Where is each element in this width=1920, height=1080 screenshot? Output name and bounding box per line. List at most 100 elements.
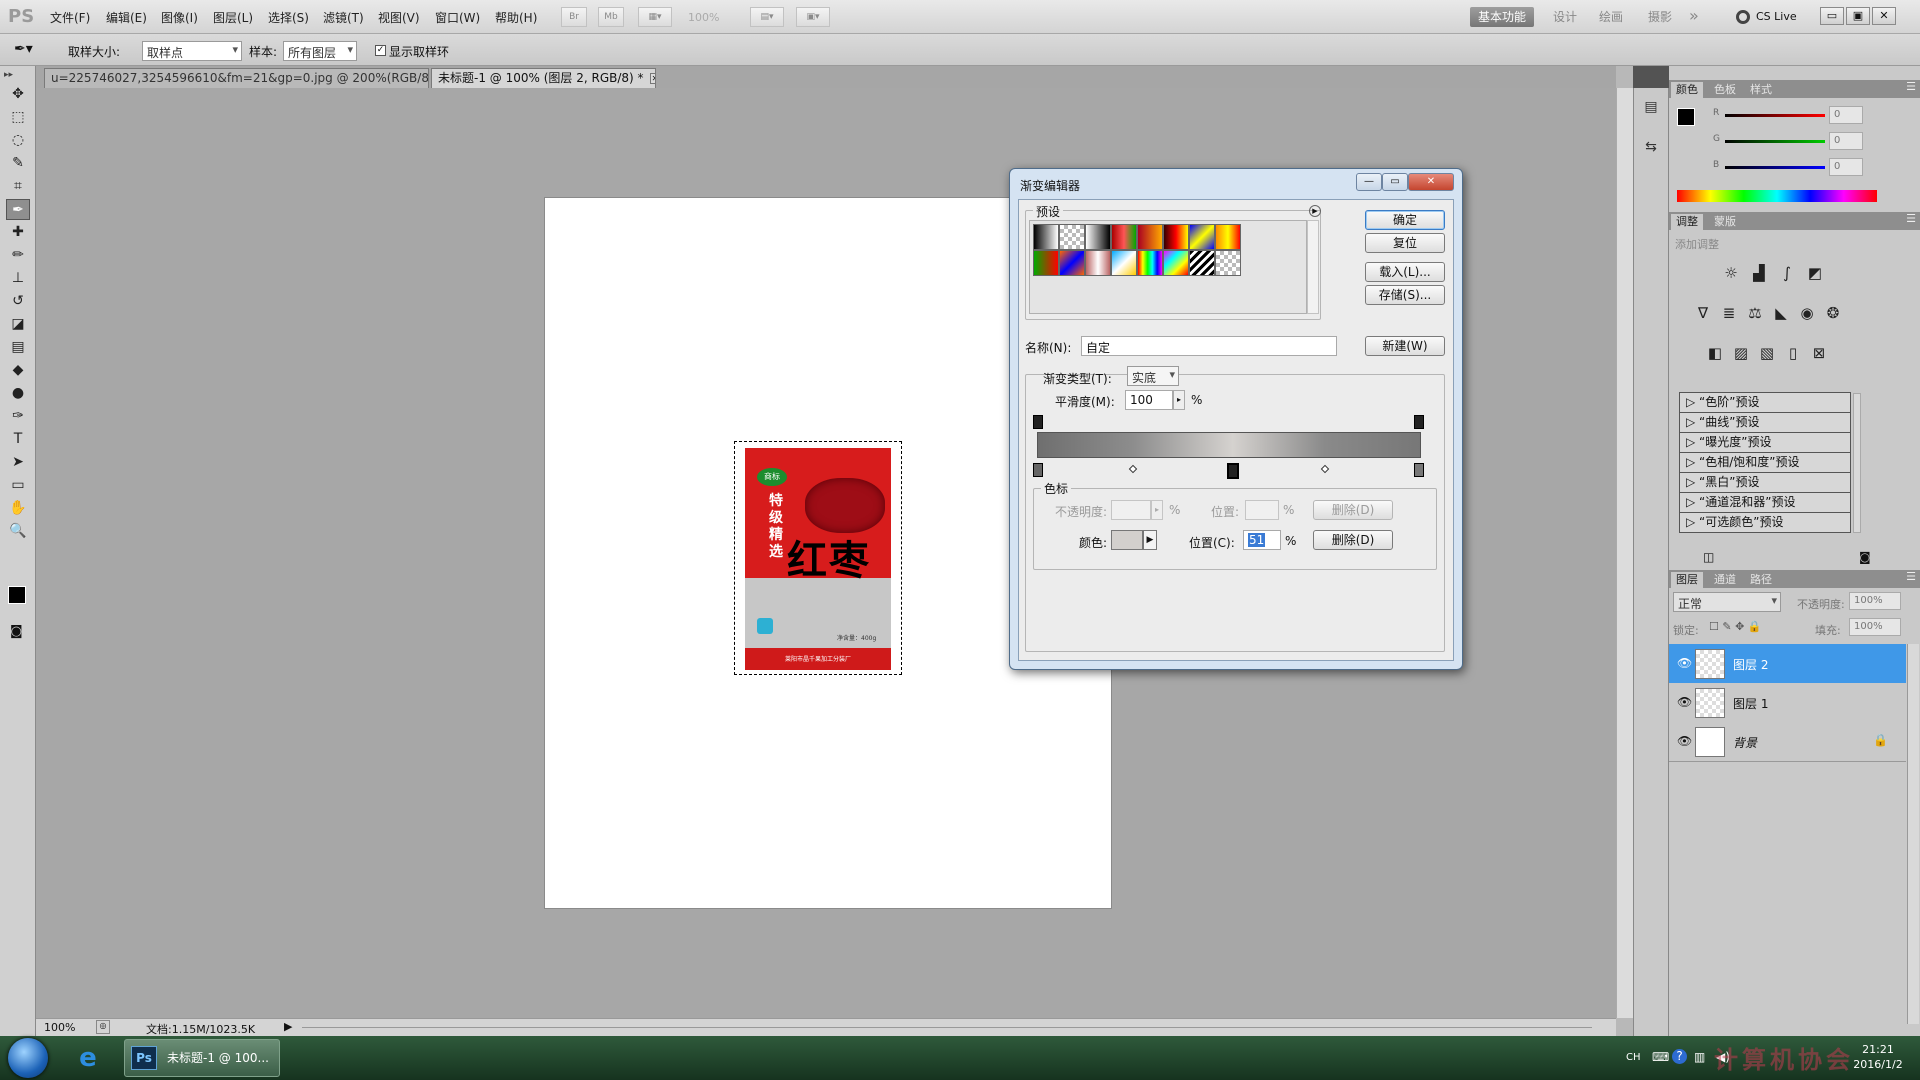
- r-value[interactable]: 0: [1829, 106, 1863, 124]
- gradient-preset-swatch[interactable]: [1033, 250, 1059, 276]
- layers-scrollbar[interactable]: [1907, 644, 1919, 1024]
- dialog-minimize-button[interactable]: —: [1356, 173, 1382, 191]
- photo-filter-icon[interactable]: ◉: [1795, 302, 1819, 324]
- panel-menu-icon[interactable]: ☰: [1906, 570, 1916, 583]
- expand-icon[interactable]: ▷: [1686, 415, 1699, 429]
- workspace-essentials[interactable]: 基本功能: [1470, 7, 1535, 27]
- new-button[interactable]: 新建(W): [1365, 336, 1445, 356]
- gradient-preset-swatch[interactable]: [1163, 250, 1189, 276]
- visibility-eye-icon[interactable]: 👁: [1677, 656, 1692, 670]
- adjust-preset-item[interactable]: ▷ “色阶”预设: [1679, 393, 1851, 413]
- pen-icon[interactable]: ✑: [6, 406, 30, 427]
- vertical-scrollbar[interactable]: [1616, 88, 1633, 1018]
- smoothness-arrow-icon[interactable]: ▸: [1173, 390, 1185, 410]
- opacity-stop-left[interactable]: [1033, 415, 1043, 429]
- sample-size-select[interactable]: 取样点: [142, 41, 242, 61]
- color-stop-selected[interactable]: [1227, 463, 1239, 479]
- workspace-design[interactable]: 设计: [1545, 7, 1585, 27]
- adjust-preset-item[interactable]: ▷ “黑白”预设: [1679, 473, 1851, 493]
- color-ramp[interactable]: [1677, 190, 1877, 202]
- gradient-preset-swatch[interactable]: [1059, 224, 1085, 250]
- stop-color-swatch[interactable]: [1111, 530, 1143, 550]
- type-icon[interactable]: T: [6, 429, 30, 450]
- layer-row[interactable]: 👁 图层 2: [1669, 644, 1906, 684]
- stop-color-arrow-icon[interactable]: ▶: [1143, 530, 1157, 550]
- gradient-preset-swatch[interactable]: [1111, 250, 1137, 276]
- taskbar-photoshop[interactable]: Ps 未标题-1 @ 100...: [124, 1039, 280, 1077]
- gradient-icon[interactable]: ▤: [6, 337, 30, 358]
- expand-icon[interactable]: ▷: [1686, 515, 1699, 529]
- ie-icon[interactable]: e: [72, 1042, 104, 1074]
- minimize-button[interactable]: ▭: [1820, 7, 1844, 25]
- gradient-preset-swatch[interactable]: [1137, 250, 1163, 276]
- tab-color[interactable]: 颜色: [1671, 82, 1703, 98]
- eyedropper-icon[interactable]: ✒: [6, 199, 30, 220]
- tab-adjustments[interactable]: 调整: [1671, 214, 1703, 230]
- hue-sat-icon[interactable]: ≣: [1717, 302, 1741, 324]
- b-slider[interactable]: [1725, 166, 1825, 169]
- tab-masks[interactable]: 蒙版: [1709, 214, 1741, 230]
- gradient-preset-swatch[interactable]: [1189, 250, 1215, 276]
- stamp-icon[interactable]: ⊥: [6, 268, 30, 289]
- expand-icon[interactable]: ▷: [1686, 495, 1699, 509]
- horizontal-scrollbar[interactable]: [302, 1027, 1592, 1028]
- g-value[interactable]: 0: [1829, 132, 1863, 150]
- channel-mixer-icon[interactable]: ❂: [1821, 302, 1845, 324]
- crop-icon[interactable]: ⌗: [6, 176, 30, 197]
- sample-select[interactable]: 所有图层: [283, 41, 357, 61]
- tab-document-jpg[interactable]: u=225746027,3254596610&fm=21&gp=0.jpg @ …: [44, 68, 429, 88]
- brightness-icon[interactable]: ☼: [1719, 262, 1743, 284]
- history-panel-icon[interactable]: ▤: [1640, 96, 1662, 118]
- tab-channels[interactable]: 通道: [1709, 572, 1741, 588]
- adjust-preset-item[interactable]: ▷ “曲线”预设: [1679, 413, 1851, 433]
- levels-icon[interactable]: ▟: [1747, 262, 1771, 284]
- gradient-preset-swatch[interactable]: [1033, 224, 1059, 250]
- blend-mode-select[interactable]: 正常: [1673, 592, 1781, 612]
- adjust-preset-item[interactable]: ▷ “通道混和器”预设: [1679, 493, 1851, 513]
- g-slider[interactable]: [1725, 140, 1825, 143]
- hand-icon[interactable]: ✋: [6, 498, 30, 519]
- start-button[interactable]: [8, 1038, 48, 1078]
- adjust-preset-item[interactable]: ▷ “色相/饱和度”预设: [1679, 453, 1851, 473]
- path-select-icon[interactable]: ➤: [6, 452, 30, 473]
- restore-button[interactable]: ▣: [1846, 7, 1870, 25]
- status-menu-arrow-icon[interactable]: ▶: [284, 1020, 292, 1033]
- dialog-maximize-button[interactable]: ▭: [1382, 173, 1408, 191]
- mini-bridge-button[interactable]: Mb: [598, 7, 624, 27]
- dialog-close-button[interactable]: ✕: [1408, 173, 1454, 191]
- menu-image[interactable]: 图像(I): [161, 9, 198, 26]
- arrange-documents-icon[interactable]: ▤▾: [750, 7, 784, 27]
- preset-scrollbar[interactable]: [1307, 220, 1319, 314]
- gradient-preset-swatch[interactable]: [1137, 224, 1163, 250]
- adjust-visibility-icon[interactable]: ◙: [1859, 550, 1871, 564]
- name-field[interactable]: 自定: [1081, 336, 1337, 356]
- status-zoom[interactable]: 100%: [44, 1021, 75, 1034]
- invert-icon[interactable]: ◧: [1703, 342, 1727, 364]
- zoom-icon[interactable]: 🔍: [6, 521, 30, 542]
- actions-panel-icon[interactable]: ⇆: [1640, 136, 1662, 158]
- history-brush-icon[interactable]: ↺: [6, 291, 30, 312]
- eyedropper-preset-icon[interactable]: ✒▾: [14, 41, 33, 57]
- visibility-eye-icon[interactable]: 👁: [1677, 695, 1692, 709]
- expand-icon[interactable]: ▷: [1686, 455, 1699, 469]
- gradient-preset-swatch[interactable]: [1085, 224, 1111, 250]
- lasso-icon[interactable]: ◌: [6, 130, 30, 151]
- gradient-preset-swatch[interactable]: [1085, 250, 1111, 276]
- input-language[interactable]: CH: [1626, 1052, 1641, 1063]
- close-button[interactable]: ✕: [1872, 7, 1896, 25]
- color-fg-swatch[interactable]: [1677, 108, 1695, 126]
- panel-menu-icon[interactable]: ☰: [1906, 212, 1916, 225]
- color-balance-icon[interactable]: ⚖: [1743, 302, 1767, 324]
- curves-icon[interactable]: ∫: [1775, 262, 1799, 284]
- gradient-preview-bar[interactable]: [1037, 432, 1421, 458]
- preset-scrollbar[interactable]: [1853, 393, 1861, 533]
- gradient-type-select[interactable]: 实底: [1127, 366, 1179, 386]
- gradient-preset-swatch[interactable]: [1111, 224, 1137, 250]
- healing-icon[interactable]: ✚: [6, 222, 30, 243]
- delete-color-stop-button[interactable]: 删除(D): [1313, 530, 1393, 550]
- menu-file[interactable]: 文件(F): [50, 9, 90, 26]
- extras-icon[interactable]: ▦▾: [638, 7, 672, 27]
- eraser-icon[interactable]: ◪: [6, 314, 30, 335]
- menu-filter[interactable]: 滤镜(T): [323, 9, 364, 26]
- black-white-icon[interactable]: ◣: [1769, 302, 1793, 324]
